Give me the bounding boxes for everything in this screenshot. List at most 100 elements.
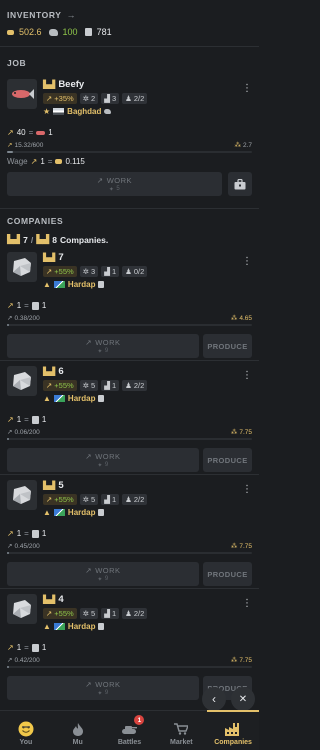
person-icon: ♟ [125, 609, 132, 618]
more-options-icon[interactable]: ⋮ [242, 84, 252, 116]
stone-amount: 100 [62, 27, 78, 37]
equals-sign: = [24, 415, 29, 424]
company-name-label: 5 [58, 480, 64, 491]
company-name-label: 7 [58, 252, 64, 263]
location-label: Hardap [67, 280, 96, 289]
more-options-icon[interactable]: ⋮ [242, 257, 252, 289]
company-header[interactable]: ▙▟ 4 ↗ +55% ✲ 5 ▟ 1 ♟ 2/2 ▲ Hardap ⋮ [7, 594, 252, 631]
company-header[interactable]: ▙▟ 5 ↗ +55% ✲ 5 ▟ 1 ♟ 2/2 ▲ Hardap ⋮ [7, 480, 252, 517]
scroll-icon [98, 509, 105, 516]
pickaxe-icon: ↗ [85, 565, 93, 575]
bonus-badge: ↗ +55% [43, 494, 77, 505]
location-label: Hardap [67, 394, 96, 403]
count-suffix: Companies. [60, 234, 109, 245]
bottom-nav: You Mu 1 Battles Market Companies [0, 710, 259, 750]
pickaxe-icon: ↗ [85, 451, 93, 461]
pickaxe-small-icon: ↗ [7, 142, 13, 149]
workers-badge: ▟ 1 [101, 494, 120, 505]
produce-button[interactable]: PRODUCE [203, 448, 252, 472]
back-button[interactable]: ‹ [202, 687, 226, 711]
job-location[interactable]: ★ Baghdad [43, 107, 242, 116]
flag-icon [53, 108, 65, 115]
building-icon: ▟ [104, 94, 110, 103]
company-location[interactable]: ▲ Hardap [43, 508, 242, 517]
company-header[interactable]: ▙▟ 6 ↗ +55% ✲ 5 ▟ 1 ♟ 2/2 ▲ Hardap ⋮ [7, 366, 252, 403]
company-output-line: ↗ 1 = 1 [7, 643, 252, 652]
toolbox-button[interactable] [228, 172, 252, 196]
pickaxe-small-icon: ↗ [7, 315, 13, 322]
pickaxe-icon: ↗ [46, 267, 53, 276]
close-button[interactable]: ✕ [231, 687, 255, 711]
workers-badge: ▟ 1 [101, 608, 120, 619]
divider [0, 360, 259, 361]
nav-label: You [19, 739, 33, 746]
more-options-icon[interactable]: ⋮ [242, 371, 252, 403]
company-work-button[interactable]: ↗ WORK ✦ 9 [7, 562, 199, 586]
more-options-icon[interactable]: ⋮ [242, 599, 252, 631]
level-value: 5 [91, 381, 96, 390]
nav-market[interactable]: Market [155, 711, 207, 750]
building-icon: ▟ [104, 495, 110, 504]
work-label: WORK [106, 175, 133, 185]
produce-button[interactable]: PRODUCE [203, 334, 252, 358]
output-amount: 1 [41, 415, 47, 424]
company-work-button[interactable]: ↗ WORK ✦ 9 [7, 334, 199, 358]
mountain-icon: ▲ [43, 394, 51, 403]
rate-icon: ⁂ [230, 543, 238, 550]
company-location[interactable]: ▲ Hardap [43, 622, 242, 631]
rock-icon [104, 109, 112, 114]
company-progress-text: 0.42/200 [14, 656, 40, 664]
company-progress-row: ↗ 0.38/200 ⁂ 4.65 [7, 314, 252, 323]
output-energy: 1 [16, 301, 22, 310]
gold-coin-icon [7, 29, 14, 35]
rate-icon: ⁂ [234, 142, 241, 149]
employees-value: 2/2 [133, 94, 145, 103]
company-location[interactable]: ▲ Hardap [43, 280, 242, 289]
bonus-badge: ↗ +55% [43, 380, 77, 391]
person-icon: ♟ [125, 495, 132, 504]
job-card[interactable]: ▙▟ Beefy ↗ +35% ✲ 2 ▟ 3 ♟ 2/2 ★ Baghdad ⋮ [7, 79, 252, 116]
pickaxe-icon: ↗ [46, 381, 53, 390]
produce-button[interactable]: PRODUCE [203, 562, 252, 586]
workers-badge: ▟ 1 [101, 380, 120, 391]
scroll-icon [31, 529, 39, 538]
job-work-button[interactable]: ↗ WORK ✦ 5 [7, 172, 222, 196]
inventory-arrow-icon[interactable]: → [67, 10, 76, 20]
pickaxe-icon: ↗ [7, 128, 14, 137]
company-progress-row: ↗ 0.06/200 ⁂ 7.75 [7, 428, 252, 437]
bonus-value: +55% [54, 381, 74, 390]
company-work-button[interactable]: ↗ WORK ✦ 9 [7, 676, 199, 700]
pickaxe-small-icon: ↗ [7, 657, 13, 664]
pickaxe-icon: ↗ [46, 609, 53, 618]
job-progress-fill [7, 151, 14, 153]
pickaxe-icon: ↗ [30, 157, 38, 166]
nav-companies[interactable]: Companies [207, 710, 259, 750]
company-header[interactable]: ▙▟ 7 ↗ +55% ✲ 3 ▟ 1 ♟ 0/2 ▲ Hardap ⋮ [7, 252, 252, 289]
more-options-icon[interactable]: ⋮ [242, 485, 252, 517]
employees-value: 2/2 [133, 609, 145, 618]
nav-battles[interactable]: 1 Battles [104, 711, 156, 750]
company-progress-bar [7, 552, 252, 554]
nav-label: Mu [72, 739, 83, 746]
company-work-button[interactable]: ↗ WORK ✦ 9 [7, 448, 199, 472]
wage-amount: 0.115 [65, 157, 85, 166]
energy-icon: ✦ [108, 186, 115, 193]
company-name: ▙▟ 7 [43, 252, 242, 263]
nav-mu[interactable]: Mu [52, 711, 104, 750]
company-location[interactable]: ▲ Hardap [43, 394, 242, 403]
company-name-label: 4 [58, 594, 64, 605]
gear-icon: ✲ [82, 94, 89, 103]
slash: / [30, 234, 34, 245]
bonus-value: +35% [54, 94, 74, 103]
job-progress-text: 15.32/600 [14, 141, 44, 149]
energy-icon: ✦ [97, 462, 103, 469]
inventory-section: INVENTORY → 502.6 100 781 [7, 10, 252, 37]
output-amount: 1 [41, 529, 47, 538]
energy-icon: ✦ [97, 348, 103, 355]
company-progress-text: 0.38/200 [14, 314, 40, 322]
nav-you[interactable]: You [0, 711, 52, 750]
companies-header: COMPANIES ▙▟ 7 / ▙▟ 8 Companies. [7, 216, 252, 245]
work-energy: 9 [104, 462, 109, 468]
company-rate: 4.65 [239, 314, 252, 322]
company-card: ▙▟ 4 ↗ +55% ✲ 5 ▟ 1 ♟ 2/2 ▲ Hardap ⋮ ↗ 1… [7, 594, 252, 700]
